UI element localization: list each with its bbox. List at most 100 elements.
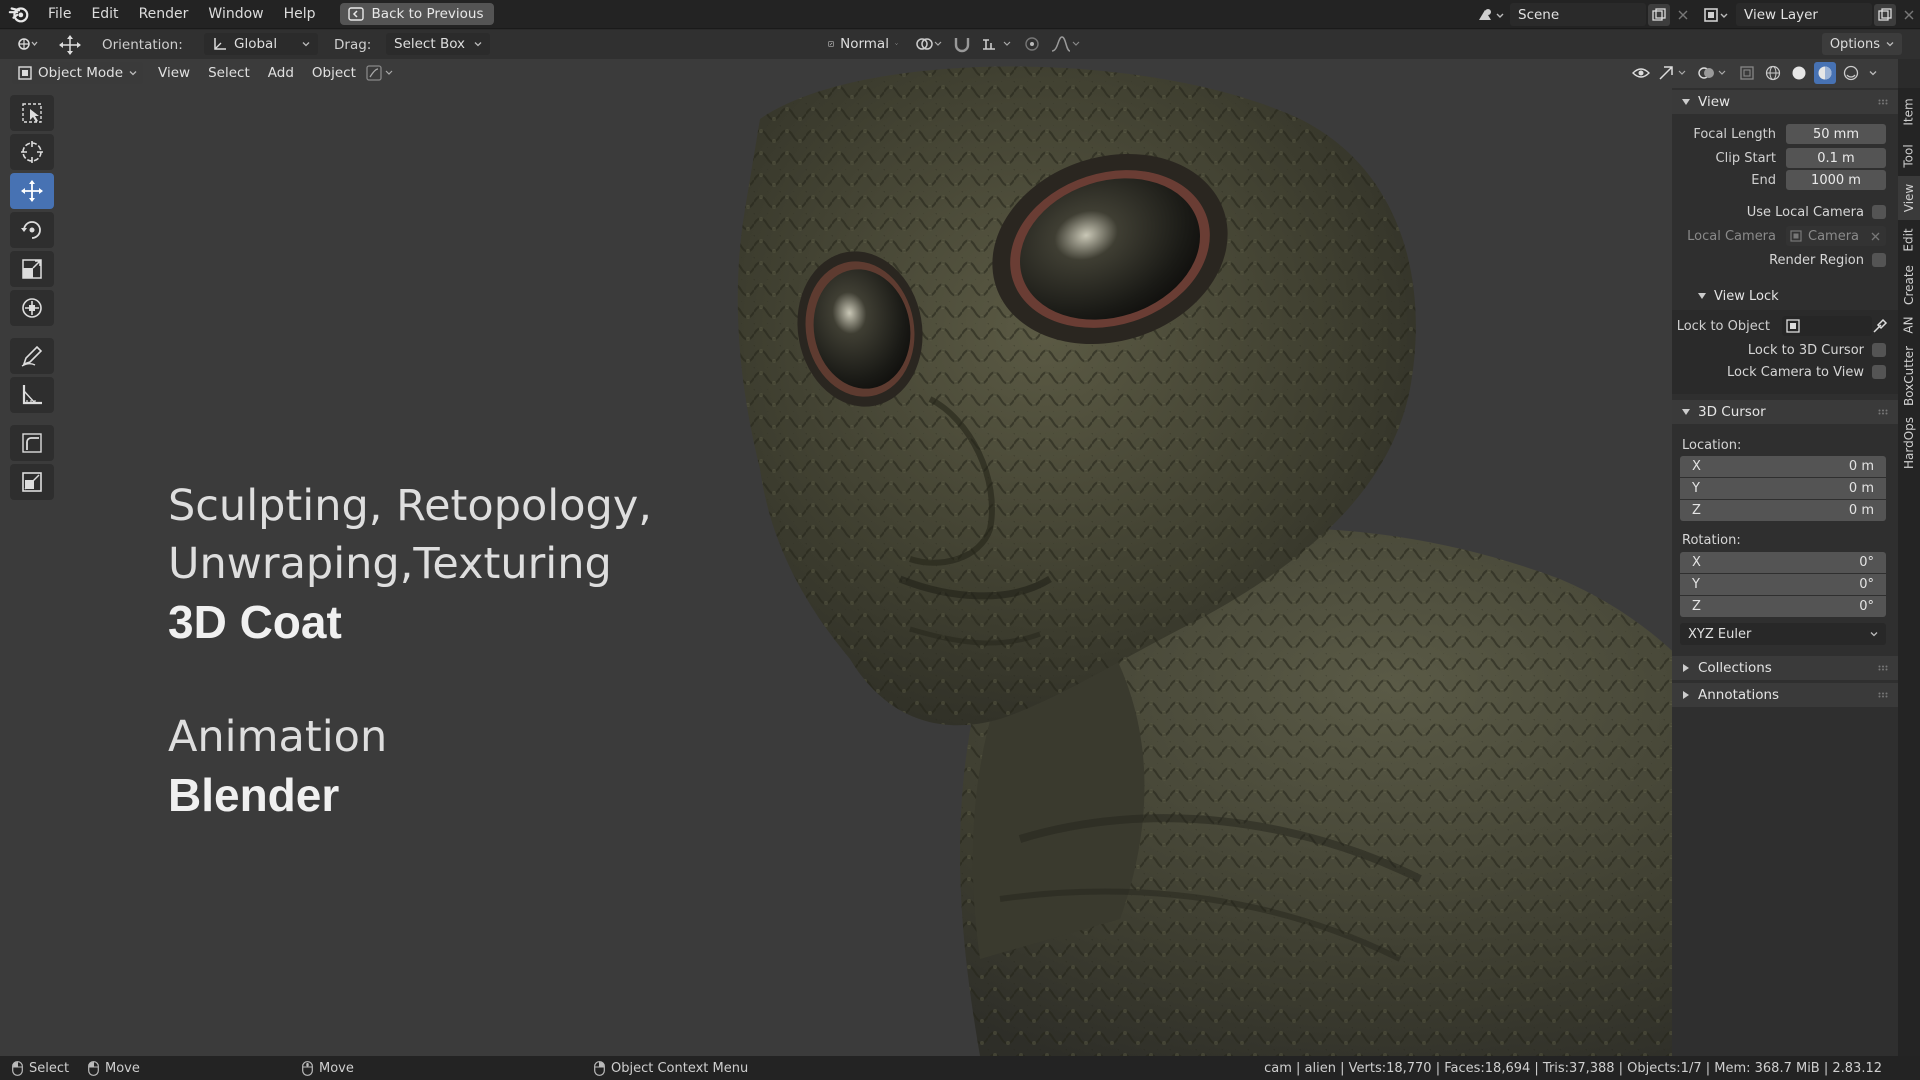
render-region-checkbox[interactable] — [1872, 253, 1886, 267]
add-cube-tool[interactable] — [10, 425, 54, 461]
annotate-tool[interactable] — [10, 338, 54, 374]
xray-toggle-button[interactable] — [1736, 62, 1758, 84]
falloff-icon[interactable] — [1050, 34, 1080, 54]
new-view-layer-button[interactable] — [1874, 3, 1896, 26]
clip-end-label: End — [1751, 172, 1776, 188]
scene-icon[interactable] — [1476, 6, 1506, 24]
overlays-toggle-button[interactable] — [1696, 62, 1732, 84]
pivot-point-icon[interactable] — [914, 34, 944, 54]
drag-handle-icon[interactable] — [1878, 99, 1890, 105]
blender-logo-icon[interactable] — [8, 3, 30, 25]
expanded-arrow-icon — [1682, 99, 1690, 105]
view-lock-header[interactable]: View Lock — [1672, 284, 1898, 308]
collapsed-arrow-icon — [1683, 664, 1689, 672]
drag-dropdown[interactable]: Select Box — [386, 33, 490, 55]
cursor-panel-header[interactable]: 3D Cursor — [1672, 400, 1898, 424]
tab-create[interactable]: Create — [1898, 260, 1920, 310]
rotation-y-field[interactable]: Y 0° — [1680, 574, 1886, 595]
rotation-z-field[interactable]: Z 0° — [1680, 596, 1886, 617]
local-camera-field[interactable]: Camera — [1786, 226, 1886, 246]
tab-boxcutter[interactable]: BoxCutter — [1898, 340, 1920, 412]
collections-panel-header[interactable]: Collections — [1672, 656, 1898, 680]
overlay-text-block: Sculpting, Retopology, Unwraping,Texturi… — [168, 477, 652, 824]
use-local-camera-row: Use Local Camera — [1672, 202, 1898, 222]
move-tool[interactable] — [10, 173, 54, 209]
orientation-dropdown[interactable]: Global — [204, 33, 318, 55]
viewport-menu-object[interactable]: Object — [303, 65, 365, 81]
object-mode-dropdown[interactable]: Object Mode — [12, 61, 144, 84]
view-panel-header[interactable]: View — [1672, 90, 1898, 114]
lock-to-cursor-checkbox[interactable] — [1872, 343, 1886, 357]
location-y-field[interactable]: Y 0 m — [1680, 478, 1886, 499]
lock-camera-checkbox[interactable] — [1872, 365, 1886, 379]
scale-tool[interactable] — [10, 251, 54, 287]
rotation-x-field[interactable]: X 0° — [1680, 552, 1886, 573]
solid-shading-button[interactable] — [1788, 62, 1810, 84]
drag-handle-icon[interactable] — [1878, 665, 1890, 671]
clip-end-field[interactable]: 1000 m — [1786, 170, 1886, 190]
view-layer-icon[interactable] — [1702, 6, 1732, 24]
local-camera-value: Camera — [1808, 228, 1860, 244]
menu-edit[interactable]: Edit — [81, 0, 128, 29]
rotation-mode-dropdown[interactable]: XYZ Euler — [1680, 623, 1886, 645]
gizmo-toggle-button[interactable] — [1656, 62, 1692, 84]
close-icon[interactable] — [1871, 232, 1880, 241]
options-dropdown[interactable]: Options — [1821, 33, 1902, 55]
mouse-drag-icon — [88, 1060, 99, 1076]
tab-an[interactable]: AN — [1898, 310, 1920, 340]
scene-name-field[interactable]: Scene — [1510, 3, 1646, 26]
menu-window[interactable]: Window — [198, 0, 273, 29]
tab-tool[interactable]: Tool — [1898, 136, 1920, 176]
select-box-tool[interactable] — [10, 95, 54, 131]
snap-increment-icon[interactable] — [980, 34, 1014, 54]
editor-type-dropdown[interactable] — [8, 33, 46, 55]
eyedropper-icon[interactable] — [1872, 318, 1888, 334]
overlays-icon — [1698, 67, 1726, 79]
tab-item[interactable]: Item — [1898, 88, 1920, 136]
transform-gizmo-icon[interactable] — [56, 34, 84, 56]
gizmo-menu-icon[interactable] — [365, 63, 397, 83]
3d-viewport[interactable]: Object Mode View Select Add Object Sculp… — [0, 59, 1898, 1056]
viewport-menu-view[interactable]: View — [149, 65, 199, 81]
tab-hardops[interactable]: HardOps — [1898, 412, 1920, 474]
tab-edit[interactable]: Edit — [1898, 220, 1920, 260]
status-move-hint-2: Move — [302, 1061, 354, 1076]
wireframe-shading-button[interactable] — [1762, 62, 1784, 84]
solid-sphere-icon — [1792, 66, 1806, 80]
cursor-tool[interactable] — [10, 134, 54, 170]
location-y-axis: Y — [1692, 481, 1700, 496]
overlay-line-unwrapping: Unwraping,Texturing — [168, 539, 612, 589]
clip-start-field[interactable]: 0.1 m — [1786, 148, 1886, 168]
view-layer-field[interactable]: View Layer — [1736, 3, 1872, 26]
proportional-editing-icon[interactable] — [1022, 34, 1042, 54]
visibility-button[interactable] — [1630, 62, 1652, 84]
add-shape-tool[interactable] — [10, 464, 54, 500]
focal-length-field[interactable]: 50 mm — [1786, 124, 1886, 144]
viewport-menu-add[interactable]: Add — [259, 65, 303, 81]
location-z-field[interactable]: Z 0 m — [1680, 500, 1886, 521]
snap-magnet-icon[interactable] — [952, 34, 972, 54]
focal-length-label: Focal Length — [1693, 126, 1776, 142]
delete-scene-button[interactable] — [1672, 4, 1694, 26]
back-to-previous-button[interactable]: Back to Previous — [339, 3, 494, 25]
annotations-panel-header[interactable]: Annotations — [1672, 683, 1898, 707]
location-x-field[interactable]: X 0 m — [1680, 456, 1886, 477]
measure-tool[interactable] — [10, 377, 54, 413]
new-scene-button[interactable] — [1648, 3, 1670, 26]
use-local-camera-checkbox[interactable] — [1872, 205, 1886, 219]
transform-orientation-dropdown[interactable]: Normal — [820, 33, 906, 55]
transform-tool[interactable] — [10, 290, 54, 326]
menu-file[interactable]: File — [38, 0, 81, 29]
rendered-shading-button[interactable] — [1840, 62, 1862, 84]
rotate-tool[interactable] — [10, 212, 54, 248]
shading-options-button[interactable] — [1866, 62, 1880, 84]
menu-render[interactable]: Render — [129, 0, 199, 29]
material-preview-button[interactable] — [1814, 62, 1836, 84]
viewport-menu-select[interactable]: Select — [199, 65, 259, 81]
menu-help[interactable]: Help — [274, 0, 326, 29]
lock-to-object-field[interactable] — [1782, 316, 1872, 336]
delete-view-layer-button[interactable] — [1898, 4, 1920, 26]
drag-handle-icon[interactable] — [1878, 409, 1890, 415]
tab-view[interactable]: View — [1898, 176, 1920, 220]
drag-handle-icon[interactable] — [1878, 692, 1890, 698]
